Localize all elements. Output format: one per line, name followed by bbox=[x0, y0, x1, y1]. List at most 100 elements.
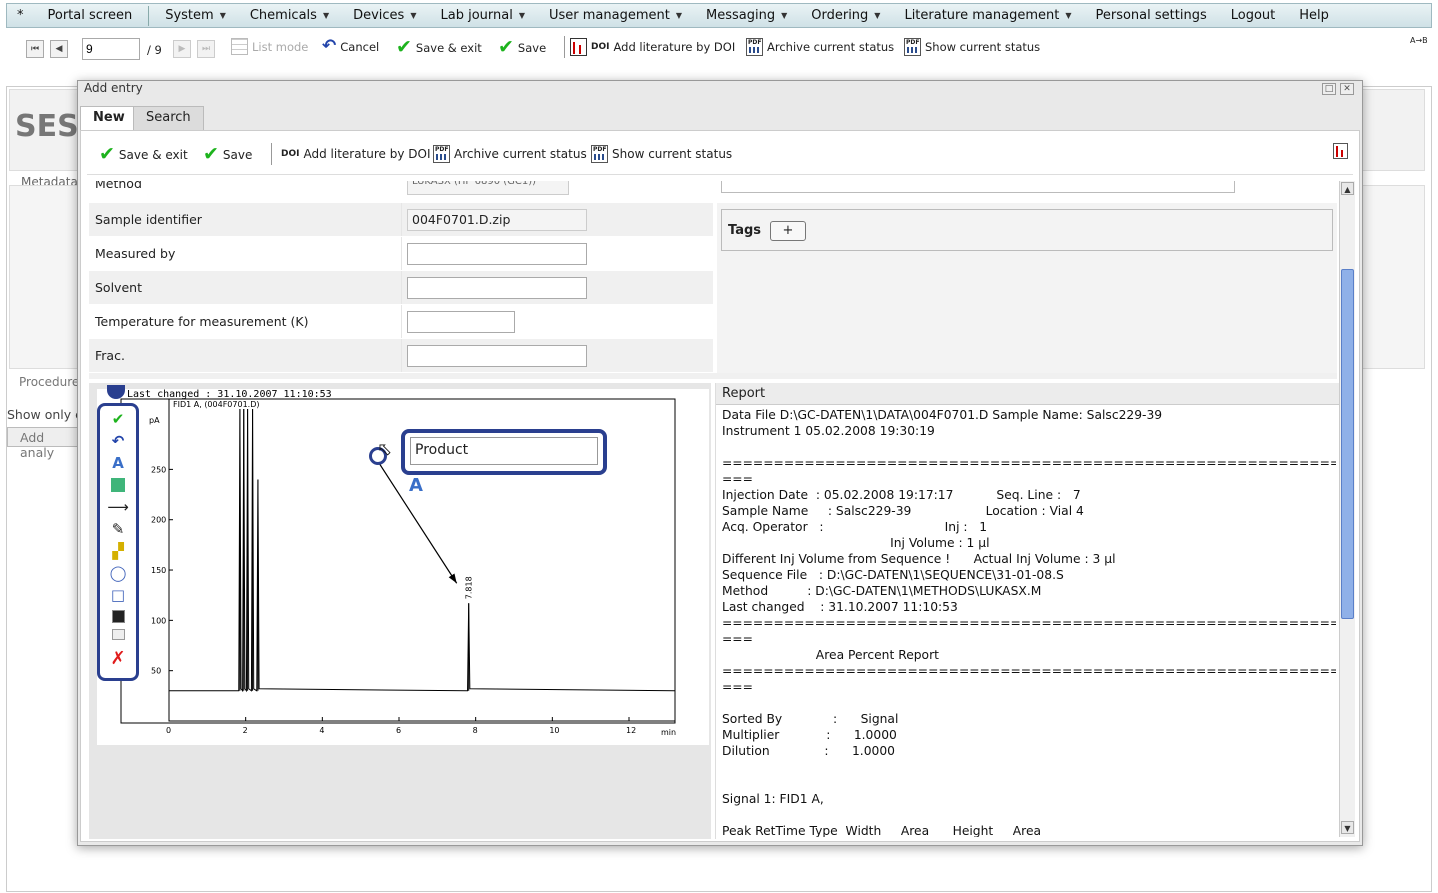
save-label: Save bbox=[517, 40, 547, 55]
record-number-input[interactable] bbox=[82, 38, 140, 60]
fill-color-icon[interactable] bbox=[100, 610, 136, 626]
menu-item-portal-screen[interactable]: Portal screen bbox=[36, 4, 145, 27]
chevron-down-icon: ▼ bbox=[518, 11, 525, 20]
cancel-label: Cancel bbox=[340, 39, 380, 54]
first-record-button[interactable]: ⏮ bbox=[26, 40, 44, 58]
x-tick-label: 0 bbox=[166, 726, 171, 735]
form-spacer bbox=[89, 373, 1337, 379]
archive-status-button[interactable]: PDF Archive current status bbox=[746, 38, 894, 56]
toolbar-divider bbox=[564, 36, 565, 58]
chevron-down-icon: ▼ bbox=[874, 11, 881, 20]
dialog-add-literature-button[interactable]: DOI Add literature by DOI bbox=[281, 147, 431, 161]
frac-label: Frac. bbox=[95, 348, 125, 363]
description-textarea[interactable] bbox=[721, 181, 1235, 193]
dialog-save-label: Save bbox=[222, 147, 253, 162]
menu-item-devices[interactable]: Devices ▼ bbox=[341, 4, 428, 27]
dialog-show-status-button[interactable]: PDF Show current status bbox=[591, 145, 732, 163]
solvent-field[interactable] bbox=[407, 277, 587, 299]
menu-star[interactable]: * bbox=[7, 4, 36, 27]
menu-item-label: Help bbox=[1299, 8, 1329, 23]
menu-item-logout[interactable]: Logout bbox=[1219, 4, 1288, 27]
undo-icon[interactable]: ↶ bbox=[100, 434, 136, 449]
dialog-save-button[interactable]: ✔ Save bbox=[203, 145, 252, 164]
tab-search[interactable]: Search bbox=[133, 106, 204, 130]
form-row-sample-identifier: Sample identifier 004F0701.D.zip bbox=[89, 203, 713, 236]
rectangle-icon[interactable]: □ bbox=[100, 588, 136, 603]
cancel-button[interactable]: ↶ Cancel bbox=[322, 38, 379, 55]
bg-procedure-tab[interactable]: Procedure bbox=[19, 375, 79, 389]
x-tick-label: 2 bbox=[243, 726, 248, 735]
sample-identifier-field[interactable]: 004F0701.D.zip bbox=[407, 209, 587, 231]
close-dialog-button[interactable]: ✕ bbox=[1340, 83, 1354, 95]
dialog-save-exit-button[interactable]: ✔ Save & exit bbox=[99, 145, 188, 164]
method-label: Method bbox=[95, 181, 142, 191]
circle-icon[interactable]: ◯ bbox=[100, 566, 136, 581]
form-row-method: Method LUKASX (HP 6890 (GC1)) bbox=[89, 181, 713, 200]
dialog-archive-button[interactable]: PDF Archive current status bbox=[433, 145, 587, 163]
chart-pdf-icon[interactable] bbox=[1333, 143, 1348, 159]
dialog-archive-label: Archive current status bbox=[454, 147, 587, 161]
temperature-label: Temperature for measurement (K) bbox=[95, 314, 309, 329]
highlighter-icon[interactable]: ▞ bbox=[100, 544, 136, 559]
annotation-callout[interactable]: Product bbox=[401, 429, 607, 475]
save-exit-button[interactable]: ✔ Save & exit bbox=[396, 38, 482, 57]
report-line bbox=[722, 775, 1336, 791]
list-mode-label: List mode bbox=[252, 39, 309, 54]
chevron-down-icon: ▼ bbox=[781, 11, 788, 20]
line-color-icon[interactable] bbox=[100, 628, 136, 643]
bg-add-analysis-button[interactable]: Add analy bbox=[7, 427, 79, 460]
next-record-button[interactable]: ▶ bbox=[173, 40, 191, 58]
annotation-text-field[interactable]: Product bbox=[410, 437, 598, 465]
doi-icon: DOI bbox=[591, 42, 610, 52]
menu-item-chemicals[interactable]: Chemicals ▼ bbox=[238, 4, 341, 27]
menu-item-label: User management bbox=[548, 8, 670, 23]
confirm-icon[interactable]: ✔ bbox=[100, 412, 136, 427]
pen-icon[interactable]: ✎ bbox=[100, 522, 136, 537]
scroll-thumb[interactable] bbox=[1341, 269, 1354, 619]
measured-by-field[interactable] bbox=[407, 243, 587, 265]
method-select[interactable]: LUKASX (HP 6890 (GC1)) bbox=[407, 181, 569, 195]
menu-item-label: Chemicals bbox=[249, 8, 317, 23]
report-line: === bbox=[722, 632, 753, 646]
mouse-cursor-icon: ⬁ bbox=[377, 439, 393, 460]
menu-item-label: Literature management bbox=[904, 8, 1060, 23]
menu-item-messaging[interactable]: Messaging ▼ bbox=[694, 4, 799, 27]
temperature-field[interactable] bbox=[407, 311, 515, 333]
arrow-icon[interactable]: ⟶ bbox=[100, 500, 136, 515]
solvent-label: Solvent bbox=[95, 280, 142, 295]
scroll-down-arrow[interactable]: ▼ bbox=[1341, 821, 1354, 834]
menu-item-personal-settings[interactable]: Personal settings bbox=[1083, 4, 1218, 27]
menu-item-help[interactable]: Help bbox=[1287, 4, 1341, 27]
delete-icon[interactable]: ✗ bbox=[100, 650, 136, 668]
image-icon[interactable] bbox=[100, 478, 136, 495]
text-icon[interactable]: A bbox=[100, 456, 136, 471]
save-button[interactable]: ✔ Save bbox=[498, 38, 546, 57]
menu-item-label: Ordering bbox=[811, 8, 869, 23]
tags-box: Tags + bbox=[721, 209, 1333, 251]
list-mode-button[interactable]: List mode bbox=[231, 38, 308, 55]
add-literature-doi-button[interactable]: DOI Add literature by DOI bbox=[570, 38, 735, 56]
report-line: Method : D:\GC-DATEN\1\METHODS\LUKASX.M bbox=[722, 584, 1042, 598]
tab-new[interactable]: New bbox=[80, 106, 138, 130]
add-tag-button[interactable]: + bbox=[770, 221, 806, 241]
chromatogram-panel: Last changed : 31.10.2007 11:10:53 FID1 A… bbox=[89, 383, 711, 839]
y-axis-label: pA bbox=[149, 416, 160, 425]
dialog-title: Add entry bbox=[84, 81, 143, 95]
previous-record-button[interactable]: ◀ bbox=[50, 40, 68, 58]
last-record-button[interactable]: ⏭ bbox=[197, 40, 215, 58]
show-status-button[interactable]: PDF Show current status bbox=[904, 38, 1040, 56]
maximize-button[interactable]: □ bbox=[1322, 83, 1336, 95]
menu-item-user-management[interactable]: User management ▼ bbox=[537, 4, 694, 27]
menu-item-lab-journal[interactable]: Lab journal ▼ bbox=[428, 4, 537, 27]
menu-item-ordering[interactable]: Ordering ▼ bbox=[799, 4, 892, 27]
dialog-body: ✔ Save & exit ✔ Save DOI Add literature … bbox=[80, 130, 1360, 842]
menu-item-system[interactable]: System ▼ bbox=[153, 4, 238, 27]
report-line: ========================================… bbox=[722, 664, 1336, 678]
form-row-solvent: Solvent bbox=[89, 271, 713, 304]
frac-field[interactable] bbox=[407, 345, 587, 367]
scroll-up-arrow[interactable]: ▲ bbox=[1341, 182, 1354, 195]
expand-toggle[interactable]: A→B bbox=[1410, 36, 1428, 45]
dialog-scrollbar[interactable]: ▲ ▼ bbox=[1339, 181, 1355, 837]
menu-item-literature-management[interactable]: Literature management ▼ bbox=[892, 4, 1083, 27]
x-axis-label: min bbox=[661, 728, 676, 737]
